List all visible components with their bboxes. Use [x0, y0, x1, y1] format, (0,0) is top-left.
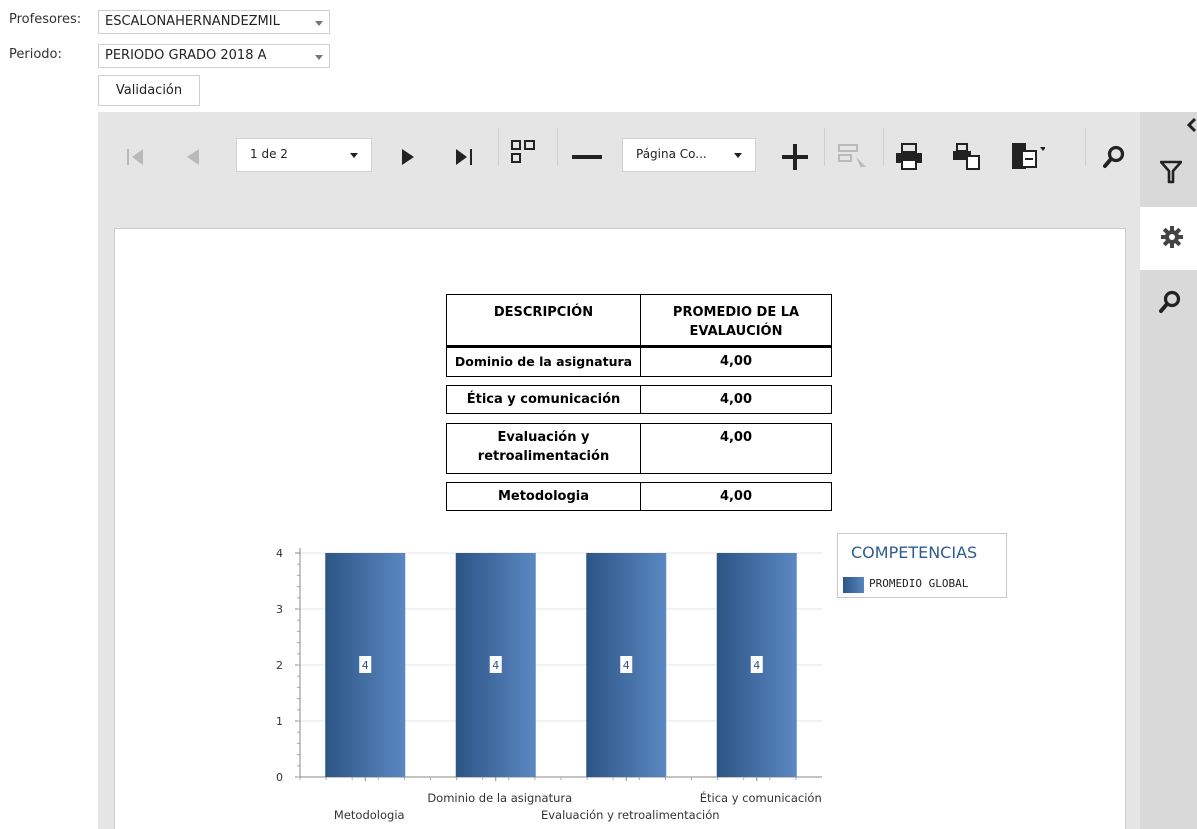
x-tick-label: Dominio de la asignatura — [427, 791, 572, 805]
toolbar-separator — [557, 128, 558, 166]
first-page-icon[interactable] — [127, 148, 143, 166]
cell-text: Ética y comunicación — [466, 392, 621, 407]
search-icon[interactable] — [1159, 290, 1181, 314]
table-cell-promedio: 4,00 — [640, 482, 832, 511]
legend-swatch — [843, 577, 864, 593]
data-label: 4 — [362, 659, 369, 672]
search-icon[interactable] — [1103, 145, 1125, 169]
profesores-label: Profesores: — [9, 12, 82, 27]
toolbar-separator — [1085, 128, 1086, 166]
export-icon[interactable] — [1011, 140, 1045, 172]
page-selector[interactable]: 1 de 2 — [236, 138, 372, 172]
cell-text: 4,00 — [719, 354, 753, 369]
collapse-arrow-icon[interactable] — [1185, 117, 1197, 133]
data-label: 4 — [623, 659, 630, 672]
x-tick-label: Ética y comunicación — [700, 790, 822, 805]
highlight-editing-fields-icon — [838, 144, 866, 171]
data-label: 4 — [492, 659, 499, 672]
print-page-icon[interactable] — [952, 143, 982, 171]
table-cell-descripcion: Ética y comunicación — [446, 385, 641, 414]
y-tick-label: 1 — [276, 715, 283, 728]
chevron-down-icon — [315, 21, 323, 26]
periodo-select-value: PERIODO GRADO 2018 A — [105, 48, 267, 63]
zoom-out-icon[interactable] — [572, 154, 602, 160]
profesores-select-value: ESCALONAHERNANDEZMIL — [105, 14, 280, 29]
zoom-in-icon[interactable] — [782, 144, 808, 170]
validation-button[interactable]: Validación — [98, 75, 200, 106]
parameters-filter-icon[interactable] — [1160, 160, 1182, 184]
table-cell-descripcion: Dominio de la asignatura — [446, 347, 641, 377]
cell-text: 4,00 — [719, 430, 753, 445]
toolbar-separator — [824, 128, 825, 166]
cell-text: Metodologia — [497, 489, 590, 504]
cell-text: 4,00 — [719, 489, 753, 504]
chart-legend: COMPETENCIAS PROMEDIO GLOBAL — [837, 533, 1007, 598]
cell-text: Dominio de la asignatura — [454, 354, 633, 369]
table-cell-promedio: 4,00 — [640, 423, 832, 474]
last-page-icon[interactable] — [455, 148, 473, 166]
data-label: 4 — [753, 659, 760, 672]
header-text: DESCRIPCIÓN — [493, 305, 594, 320]
x-tick-label: Evaluación y retroalimentación — [541, 808, 720, 822]
profesores-select[interactable]: ESCALONAHERNANDEZMIL — [98, 10, 330, 34]
previous-page-icon[interactable] — [186, 148, 200, 166]
cell-text: Evaluación y retroalimentación — [477, 430, 610, 464]
zoom-selector[interactable]: Página Co... — [622, 138, 756, 172]
y-tick-label: 3 — [276, 603, 283, 616]
y-tick-label: 4 — [276, 547, 283, 560]
periodo-select[interactable]: PERIODO GRADO 2018 A — [98, 44, 330, 68]
zoom-selector-value: Página Co... — [636, 147, 707, 161]
table-cell-descripcion: Metodologia — [446, 482, 641, 511]
legend-title: COMPETENCIAS — [851, 543, 978, 562]
table-cell-promedio: 4,00 — [640, 385, 832, 414]
next-page-icon[interactable] — [401, 148, 415, 166]
multipage-icon[interactable] — [511, 140, 535, 170]
y-tick-label: 2 — [276, 659, 283, 672]
bar-chart: 0 1 2 3 4 4 Metodologia 4 Dominio de la asignatu… — [276, 547, 822, 822]
chevron-down-icon — [315, 55, 323, 60]
y-tick-label: 0 — [276, 771, 283, 784]
table-header-descripcion: DESCRIPCIÓN — [446, 294, 641, 347]
x-tick-label: Metodologia — [334, 808, 405, 822]
print-icon[interactable] — [895, 143, 923, 171]
page-selector-value: 1 de 2 — [250, 147, 288, 161]
toolbar-separator — [498, 128, 499, 166]
cell-text: 4,00 — [719, 392, 753, 407]
table-cell-descripcion: Evaluación y retroalimentación — [446, 423, 641, 474]
toolbar-separator — [883, 128, 884, 166]
header-text: PROMEDIO DE LA EVALAUCIÓN — [672, 305, 800, 339]
periodo-label: Periodo: — [9, 47, 62, 62]
properties-gear-icon[interactable] — [1161, 226, 1183, 248]
table-cell-promedio: 4,00 — [640, 347, 832, 377]
table-header-promedio: PROMEDIO DE LA EVALAUCIÓN — [640, 294, 832, 347]
chevron-down-icon — [734, 153, 742, 158]
chevron-down-icon — [350, 153, 358, 158]
legend-label: PROMEDIO GLOBAL — [869, 577, 969, 590]
